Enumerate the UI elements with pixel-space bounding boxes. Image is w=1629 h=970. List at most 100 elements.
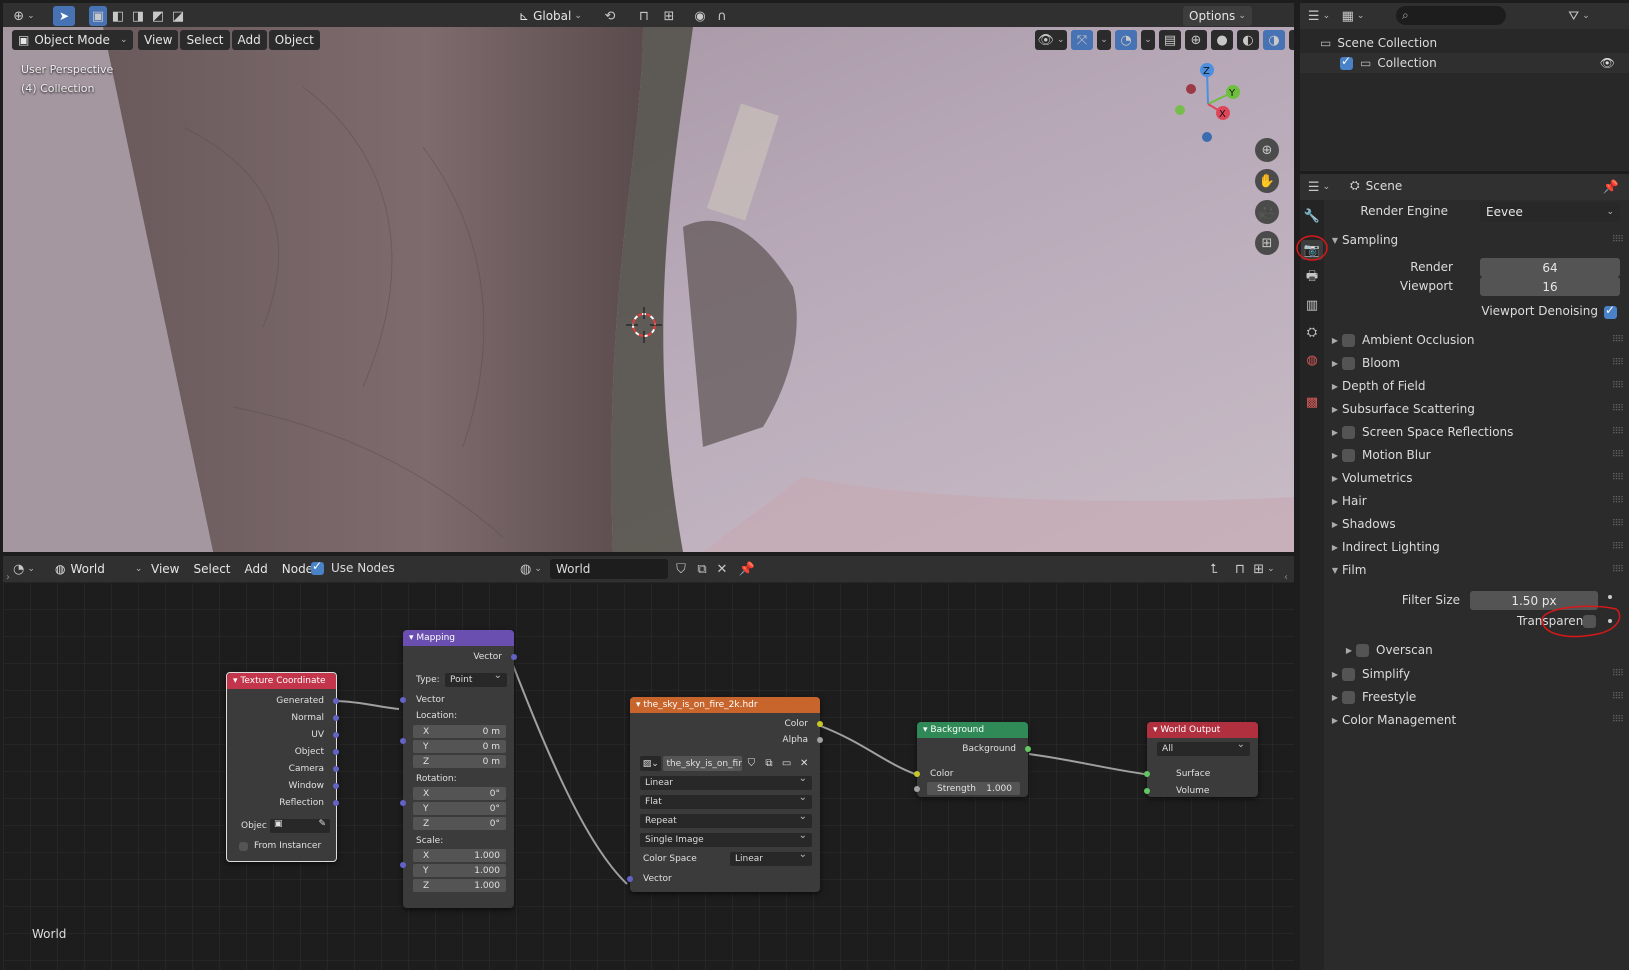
- menu-view[interactable]: View: [138, 30, 179, 50]
- overlays-options-icon[interactable]: ⌄: [1141, 30, 1155, 50]
- bloom-checkbox[interactable]: [1342, 356, 1355, 370]
- strength-field[interactable]: Strength 1.000: [927, 782, 1020, 795]
- collection-row[interactable]: ▭ Collection 👁: [1300, 53, 1629, 73]
- drag-handle-icon[interactable]: ⠿⠿: [1612, 404, 1624, 414]
- sampling-panel-header[interactable]: ▼ Sampling ⠿⠿: [1328, 229, 1629, 251]
- simplify-checkbox[interactable]: [1342, 667, 1355, 681]
- target-dropdown[interactable]: All: [1157, 739, 1250, 756]
- socket-shader-icon[interactable]: [1025, 746, 1031, 752]
- snap-element-icon[interactable]: ⊞ ⌄: [1253, 559, 1275, 579]
- wireframe-shading-icon[interactable]: ⊕: [1185, 30, 1207, 50]
- visibility-icon[interactable]: 👁 ⌄: [1035, 30, 1067, 50]
- duplicate-icon[interactable]: ⧉: [691, 559, 713, 579]
- fake-user-icon[interactable]: ⛉: [670, 559, 692, 579]
- outliner-editor-type-icon[interactable]: ☰ ⌄: [1308, 6, 1330, 26]
- parent-node-icon[interactable]: ⮤: [1203, 559, 1225, 579]
- options-dropdown[interactable]: Options ⌄: [1183, 6, 1252, 26]
- keyframe-dot-icon[interactable]: [1608, 595, 1612, 599]
- material-shading-icon[interactable]: ◐: [1237, 30, 1259, 50]
- scale-x-field[interactable]: X 1.000: [413, 849, 506, 862]
- socket-vector-icon[interactable]: [400, 697, 406, 703]
- new-image-icon[interactable]: ⧉: [761, 758, 777, 769]
- eye-icon[interactable]: 👁: [1600, 56, 1615, 70]
- drag-handle-icon[interactable]: ⠿⠿: [1612, 542, 1624, 552]
- panel-color-management[interactable]: ▶ Color Management ⠿⠿: [1328, 709, 1629, 731]
- color-space-dropdown[interactable]: Linear: [730, 849, 812, 866]
- editor-type-icon[interactable]: ⊕ ⌄: [13, 6, 35, 26]
- pan-hand-icon[interactable]: ✋: [1255, 169, 1279, 193]
- motion-blur-checkbox[interactable]: [1342, 448, 1355, 462]
- open-folder-icon[interactable]: ▭: [779, 758, 795, 769]
- socket-color-icon[interactable]: [817, 721, 823, 727]
- node-header[interactable]: ▾ the_sky_is_on_fire_2k.hdr: [630, 697, 820, 713]
- viewport-denoising-checkbox[interactable]: [1604, 303, 1617, 319]
- select-extend-icon[interactable]: ◧: [109, 6, 127, 26]
- overscan-checkbox[interactable]: [1356, 643, 1369, 657]
- drag-handle-icon[interactable]: ⠿⠿: [1612, 565, 1624, 575]
- rendered-shading-icon[interactable]: ◑: [1263, 30, 1285, 50]
- menu-object[interactable]: Object: [268, 30, 320, 50]
- panel-overscan[interactable]: ▶ Overscan: [1342, 639, 1629, 661]
- world-browse-icon[interactable]: ◍ ⌄: [520, 559, 542, 579]
- select-invert-icon[interactable]: ◩: [149, 6, 167, 26]
- tool-tab-icon[interactable]: 🔧: [1301, 206, 1323, 226]
- panel-subsurface-scattering[interactable]: ▶ Subsurface Scattering ⠿⠿: [1328, 398, 1629, 420]
- freestyle-checkbox[interactable]: [1342, 690, 1355, 704]
- rotation-z-field[interactable]: Z 0°: [413, 817, 506, 830]
- scale-y-field[interactable]: Y 1.000: [413, 864, 506, 877]
- select-subtract-icon[interactable]: ◨: [129, 6, 147, 26]
- extension-dropdown[interactable]: Repeat: [640, 811, 812, 828]
- menu-add[interactable]: Add: [231, 30, 267, 50]
- solid-shading-icon[interactable]: ●: [1211, 30, 1233, 50]
- outliner-search-input[interactable]: ⌕: [1396, 6, 1506, 25]
- drag-handle-icon[interactable]: ⠿⠿: [1612, 335, 1624, 345]
- drag-handle-icon[interactable]: ⠿⠿: [1612, 358, 1624, 368]
- scale-z-field[interactable]: Z 1.000: [413, 879, 506, 892]
- socket-float-icon[interactable]: [817, 737, 823, 743]
- node-texture-coordinate[interactable]: ▾ Texture Coordinate Generated Normal UV…: [226, 672, 339, 862]
- navigation-gizmo[interactable]: Z Y X: [1163, 62, 1253, 147]
- node-header[interactable]: ▾ Background: [917, 722, 1028, 738]
- source-dropdown[interactable]: Single Image: [640, 830, 812, 847]
- socket-shader-icon[interactable]: [1144, 771, 1150, 777]
- from-instancer-toggle[interactable]: From Instancer: [239, 841, 321, 851]
- object-mode-dropdown[interactable]: ▣ Object Mode ⌄: [12, 30, 134, 50]
- shader-type-dropdown[interactable]: ◍ World ⌄: [49, 559, 148, 579]
- socket-vector-icon[interactable]: [333, 800, 339, 806]
- overlays-icon[interactable]: ◔: [1115, 30, 1137, 50]
- object-picker-field[interactable]: ▣ ✎: [270, 819, 330, 833]
- shading-options-icon[interactable]: ⌄: [1289, 30, 1294, 50]
- orientation-dropdown[interactable]: ⊾ Global ⌄: [513, 6, 588, 26]
- socket-vector-icon[interactable]: [333, 783, 339, 789]
- node-header[interactable]: ▾ Mapping: [403, 630, 514, 646]
- drag-handle-icon[interactable]: ⠿⠿: [1612, 715, 1624, 725]
- location-x-field[interactable]: X 0 m: [413, 725, 506, 738]
- location-y-field[interactable]: Y 0 m: [413, 740, 506, 753]
- snap-icon[interactable]: ⊓: [633, 6, 655, 26]
- socket-color-icon[interactable]: [914, 771, 920, 777]
- drag-handle-icon[interactable]: ⠿⠿: [1612, 669, 1624, 679]
- rotation-y-field[interactable]: Y 0°: [413, 802, 506, 815]
- location-z-field[interactable]: Z 0 m: [413, 755, 506, 768]
- socket-vector-icon[interactable]: [333, 749, 339, 755]
- filter-icon[interactable]: ⛛ ⌄: [1568, 6, 1590, 26]
- panel-simplify[interactable]: ▶ Simplify ⠿⠿: [1328, 663, 1629, 685]
- interpolation-dropdown[interactable]: Linear: [640, 773, 812, 790]
- camera-view-icon[interactable]: 🎥: [1255, 200, 1279, 224]
- proportional-edit-icon[interactable]: ◉: [689, 6, 711, 26]
- image-browse-icon[interactable]: ▨⌄: [640, 756, 662, 771]
- panel-depth-of-field[interactable]: ▶ Depth of Field ⠿⠿: [1328, 375, 1629, 397]
- falloff-icon[interactable]: ∩: [711, 6, 733, 26]
- pin-icon[interactable]: 📌: [1600, 177, 1622, 197]
- select-tool-icon[interactable]: ➤: [53, 6, 75, 26]
- 3d-viewport[interactable]: ▣ Object Mode ⌄ View Select Add Object 👁 ⌄…: [3, 27, 1294, 552]
- socket-vector-icon[interactable]: [400, 800, 406, 806]
- node-editor-type-icon[interactable]: ◔ ⌄: [13, 559, 35, 579]
- socket-shader-icon[interactable]: [1144, 788, 1150, 794]
- unlink-icon[interactable]: ✕: [711, 559, 733, 579]
- drag-handle-icon[interactable]: ⠿⠿: [1612, 235, 1624, 245]
- zoom-icon[interactable]: ⊕: [1255, 138, 1279, 162]
- drag-handle-icon[interactable]: ⠿⠿: [1612, 427, 1624, 437]
- fake-user-icon[interactable]: ⛉: [744, 758, 760, 769]
- from-instancer-checkbox[interactable]: [239, 841, 248, 851]
